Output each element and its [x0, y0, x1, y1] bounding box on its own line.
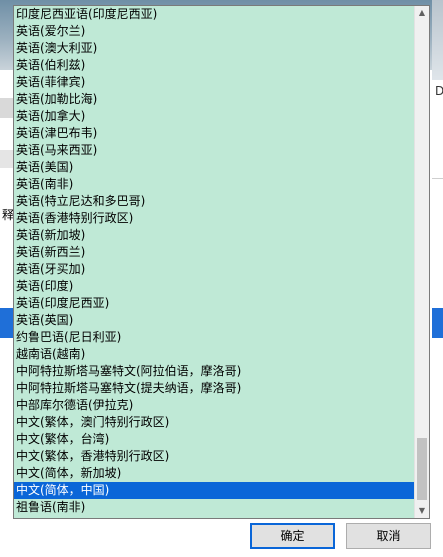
language-option[interactable]: 中文(繁体，澳门特别行政区): [14, 414, 415, 431]
dropdown-scrollbar[interactable]: ▲ ▼: [414, 6, 429, 518]
language-dropdown-list[interactable]: 印度尼西亚语(印度尼西亚) 英语(爱尔兰) 英语(澳大利亚) 英语(伯利兹) 英语(菲律…: [13, 5, 430, 519]
language-option[interactable]: 约鲁巴语(尼日利亚): [14, 329, 415, 346]
background-divider: [432, 178, 443, 179]
language-option[interactable]: 英语(加拿大): [14, 108, 415, 125]
language-option[interactable]: 英语(伯利兹): [14, 57, 415, 74]
language-option[interactable]: 中文(繁体，香港特别行政区): [14, 448, 415, 465]
background-band: [0, 98, 14, 118]
cancel-button[interactable]: 取消: [346, 523, 431, 549]
language-option[interactable]: 英语(爱尔兰): [14, 23, 415, 40]
language-option[interactable]: 英语(印度): [14, 278, 415, 295]
scrollbar-thumb[interactable]: [417, 438, 427, 500]
language-option[interactable]: 中文(简体，中国): [14, 482, 415, 499]
language-option[interactable]: 英语(澳大利亚): [14, 40, 415, 57]
language-option[interactable]: 越南语(越南): [14, 346, 415, 363]
language-option[interactable]: 英语(加勒比海): [14, 91, 415, 108]
scroll-down-arrow-icon[interactable]: ▼: [415, 504, 429, 518]
language-option[interactable]: 英语(新西兰): [14, 244, 415, 261]
language-option[interactable]: 英语(美国): [14, 159, 415, 176]
language-option[interactable]: 英语(牙买加): [14, 261, 415, 278]
language-option[interactable]: 英语(南非): [14, 176, 415, 193]
language-options: 印度尼西亚语(印度尼西亚) 英语(爱尔兰) 英语(澳大利亚) 英语(伯利兹) 英语(菲律…: [14, 6, 415, 518]
language-option[interactable]: 英语(英国): [14, 312, 415, 329]
language-option[interactable]: 英语(津巴布韦): [14, 125, 415, 142]
language-option[interactable]: 中阿特拉斯塔马塞特文(提夫纳语，摩洛哥): [14, 380, 415, 397]
scroll-up-arrow-icon[interactable]: ▲: [415, 6, 429, 20]
language-option[interactable]: 英语(新加坡): [14, 227, 415, 244]
language-option[interactable]: 英语(马来西亚): [14, 142, 415, 159]
ok-button[interactable]: 确定: [250, 523, 335, 549]
background-photo-edge: [432, 0, 443, 80]
language-option[interactable]: 英语(特立尼达和多巴哥): [14, 193, 415, 210]
language-option[interactable]: 中部库尔德语(伊拉克): [14, 397, 415, 414]
language-option[interactable]: 英语(菲律宾): [14, 74, 415, 91]
language-option[interactable]: 英语(香港特别行政区): [14, 210, 415, 227]
language-option[interactable]: 印度尼西亚语(印度尼西亚): [14, 6, 415, 23]
language-option[interactable]: 中文(简体，新加坡): [14, 465, 415, 482]
background-selection-right: [432, 308, 443, 338]
language-option[interactable]: 祖鲁语(南非): [14, 499, 415, 516]
background-selection-left: [0, 308, 14, 338]
background-band-2: [0, 150, 14, 168]
language-option[interactable]: 中文(繁体，台湾): [14, 431, 415, 448]
background-right-fragment: D: [435, 84, 443, 98]
language-option[interactable]: 中阿特拉斯塔马塞特文(阿拉伯语，摩洛哥): [14, 363, 415, 380]
language-option[interactable]: 英语(印度尼西亚): [14, 295, 415, 312]
